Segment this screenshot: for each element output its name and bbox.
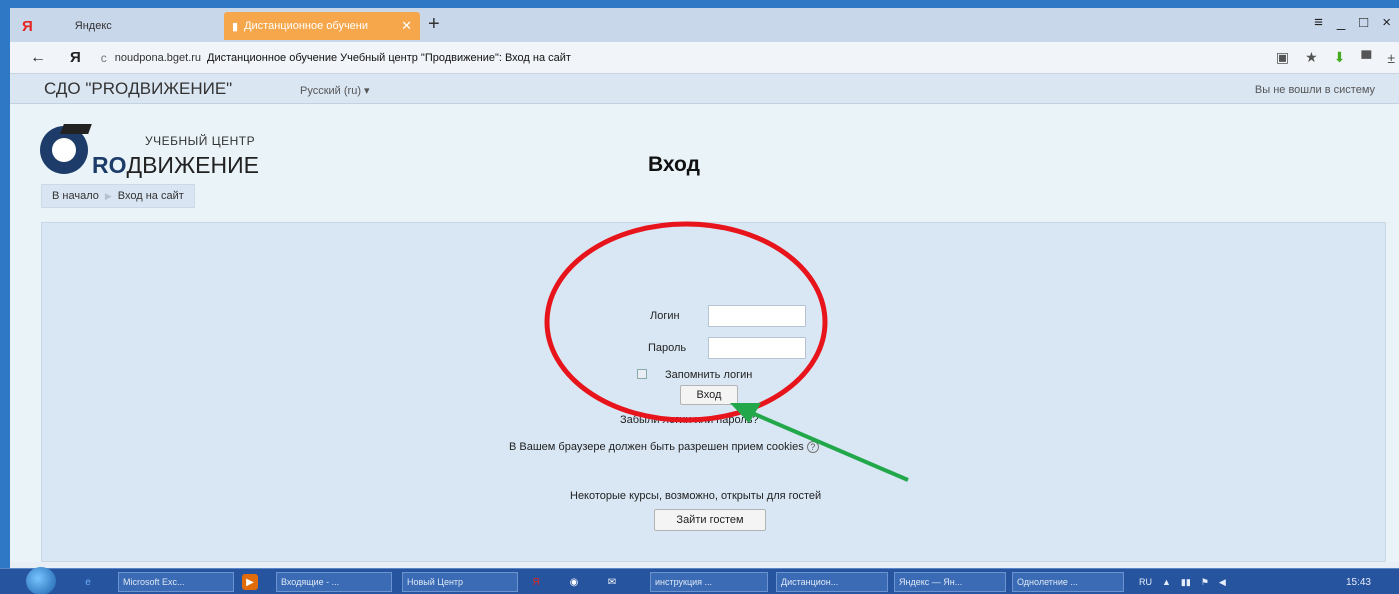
maximize-icon[interactable]: □ — [1359, 14, 1368, 31]
taskbar-item[interactable]: Дистанцион... — [776, 572, 888, 592]
taskbar-item[interactable]: Microsoft Exc... — [118, 572, 234, 592]
reload-icon[interactable]: c — [101, 51, 107, 65]
taskbar-item[interactable]: инструкция ... — [650, 572, 768, 592]
site-logo[interactable]: УЧЕБНЫЙ ЦЕНТР ROДВИЖЕНИЕ — [40, 122, 300, 182]
forgot-password-link[interactable]: Забыли логин или пароль? — [620, 414, 759, 426]
app-icon[interactable]: ◉ — [566, 574, 582, 590]
url-page-title[interactable]: Дистанционное обучение Учебный центр "Пр… — [207, 52, 571, 64]
username-label: Логин — [650, 310, 680, 322]
ie-icon[interactable]: e — [80, 574, 96, 590]
help-icon[interactable]: ? — [806, 441, 819, 453]
taskbar-item[interactable]: Входящие - ... — [276, 572, 392, 592]
yandex-logo-icon: Я — [22, 17, 33, 35]
protect-icon[interactable]: ▣ — [1276, 49, 1289, 66]
minimize-icon[interactable]: _ — [1337, 14, 1345, 31]
media-icon[interactable]: ▶ — [242, 574, 258, 590]
tab-label: Дистанционное обучени — [244, 20, 369, 32]
remember-checkbox[interactable] — [637, 369, 647, 379]
menu-icon[interactable]: ≡ — [1314, 14, 1323, 31]
cookies-note: В Вашем браузере должен быть разрешен пр… — [509, 441, 819, 453]
site-favicon-icon: ▮ — [232, 20, 239, 33]
site-navbar: СДО "PROДВИЖЕНИЕ" Русский (ru) ▾ Вы не в… — [10, 74, 1399, 104]
flag-icon[interactable]: ⚑ — [1201, 577, 1209, 588]
guest-note: Некоторые курсы, возможно, открыты для г… — [570, 490, 822, 502]
tab-distance-learning[interactable]: ▮ Дистанционное обучени ✕ — [224, 12, 420, 40]
mail-icon[interactable]: ✉ — [604, 574, 620, 590]
taskbar-item[interactable]: Однолетние ... — [1012, 572, 1124, 592]
username-input[interactable] — [708, 305, 806, 327]
breadcrumb: В начало ▶ Вход на сайт — [41, 184, 195, 208]
language-indicator[interactable]: RU — [1139, 577, 1152, 587]
password-label: Пароль — [648, 342, 687, 354]
url-domain[interactable]: noudpona.bget.ru — [115, 52, 201, 64]
close-window-icon[interactable]: × — [1382, 14, 1391, 31]
tab-label: Яндекс — [74, 20, 112, 32]
tab-yandex[interactable]: Я Яндекс — [14, 12, 224, 40]
logo-name: ROДВИЖЕНИЕ — [92, 152, 260, 178]
bookmark-star-icon[interactable]: ★ — [1305, 49, 1318, 66]
yandex-taskbar-icon[interactable]: Я — [528, 574, 544, 590]
window-controls: ≡ _ □ × — [1314, 14, 1391, 31]
breadcrumb-current[interactable]: Вход на сайт — [118, 190, 184, 202]
password-input[interactable] — [708, 337, 806, 359]
remember-label: Запомнить логин — [665, 369, 753, 381]
address-bar-actions: ▣ ★ ⬇ ▀ ± — [1276, 49, 1395, 66]
login-status: Вы не вошли в систему — [1254, 84, 1375, 96]
guest-login-button[interactable]: Зайти гостем — [654, 509, 766, 531]
close-tab-icon[interactable]: ✕ — [401, 18, 412, 34]
tab-bar: Я Яндекс ▮ Дистанционное обучени ✕ + ≡ _… — [10, 8, 1399, 42]
browser-window: Я Яндекс ▮ Дистанционное обучени ✕ + ≡ _… — [10, 8, 1399, 594]
login-title: Вход — [648, 153, 700, 176]
volume-icon[interactable]: ◀ — [1219, 577, 1226, 588]
taskbar-item[interactable]: Новый Центр — [402, 572, 518, 592]
address-bar: ← Я c noudpona.bget.ru Дистанционное обу… — [10, 42, 1399, 74]
site-brand[interactable]: СДО "PROДВИЖЕНИЕ" — [44, 79, 232, 99]
network-icon[interactable]: ▮▮ — [1181, 577, 1191, 588]
system-tray: RU ▲ ▮▮ ⚑ ◀ 15:43 — [1133, 569, 1399, 594]
new-tab-button[interactable]: + — [428, 13, 440, 36]
taskbar-item[interactable]: Яндекс — Ян... — [894, 572, 1006, 592]
yandex-home-icon[interactable]: Я — [70, 49, 81, 66]
extension-icon[interactable]: ▀ — [1361, 50, 1371, 66]
back-arrow-icon[interactable]: ← — [30, 49, 46, 67]
download-icon[interactable]: ⬇ — [1334, 49, 1346, 66]
clock[interactable]: 15:43 — [1346, 577, 1371, 588]
logo-subtitle: УЧЕБНЫЙ ЦЕНТР — [145, 134, 256, 148]
language-selector[interactable]: Русский (ru) ▾ — [300, 84, 370, 97]
os-taskbar: e Microsoft Exc... ▶ Входящие - ... Новы… — [0, 567, 1399, 594]
start-button[interactable] — [26, 567, 56, 594]
logo-emblem-icon — [40, 124, 92, 174]
breadcrumb-separator-icon: ▶ — [104, 190, 112, 201]
tray-expand-icon[interactable]: ▲ — [1162, 577, 1171, 587]
login-submit-button[interactable]: Вход — [680, 385, 738, 405]
breadcrumb-home[interactable]: В начало — [52, 190, 99, 202]
save-icon[interactable]: ± — [1387, 50, 1395, 66]
